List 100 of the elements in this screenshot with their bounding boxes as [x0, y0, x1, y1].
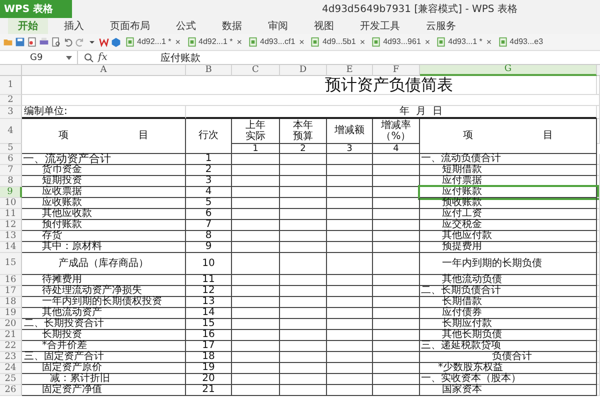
- empty-cell: [327, 341, 373, 352]
- preview-icon[interactable]: [51, 37, 61, 47]
- row-header[interactable]: 25: [0, 374, 22, 385]
- document-tab[interactable]: 4d92...1 * ×: [184, 34, 244, 50]
- table-cell: 其他应付款: [420, 231, 597, 242]
- column-header[interactable]: D: [280, 65, 327, 76]
- row-header[interactable]: 12: [0, 220, 22, 231]
- table-cell: 2: [186, 165, 232, 176]
- row-header[interactable]: 15: [0, 253, 22, 275]
- name-box[interactable]: G9: [0, 51, 78, 64]
- formula-input[interactable]: 应付账款: [135, 51, 600, 64]
- table-cell: 三、固定资产合计: [22, 352, 186, 363]
- table-cell: 短期借款: [420, 165, 597, 176]
- column-header[interactable]: B: [186, 65, 232, 76]
- document-tab[interactable]: 4d9...5b1 ×: [308, 34, 368, 50]
- empty-cell: [280, 209, 327, 220]
- ribbon-tab[interactable]: 视图: [304, 18, 344, 34]
- row-header[interactable]: 13: [0, 231, 22, 242]
- ribbon-tab[interactable]: 云服务: [416, 18, 466, 34]
- table-cell: 1: [186, 154, 232, 165]
- function-button[interactable]: fx: [98, 52, 108, 63]
- row-header[interactable]: 7: [0, 165, 22, 176]
- save-icon[interactable]: [15, 37, 25, 47]
- unit-label: 编制单位:: [22, 106, 186, 119]
- empty-cell: [280, 363, 327, 374]
- dropdown-icon[interactable]: [66, 56, 72, 60]
- w-logo-icon[interactable]: [99, 37, 109, 47]
- row-header[interactable]: 3: [0, 106, 22, 119]
- undo-icon[interactable]: [63, 37, 73, 47]
- document-tab[interactable]: 4d93...cf1 ×: [246, 34, 306, 50]
- empty-cell: [232, 220, 280, 231]
- row-header[interactable]: 18: [0, 297, 22, 308]
- column-heading: 增减率（%）: [373, 119, 420, 144]
- row-header[interactable]: 6: [0, 154, 22, 165]
- empty-cell: [280, 165, 327, 176]
- table-cell: 其他应收款: [22, 209, 186, 220]
- ribbon-tab[interactable]: 开发工具: [350, 18, 410, 34]
- column-header[interactable]: C: [232, 65, 280, 76]
- row-header[interactable]: 11: [0, 209, 22, 220]
- table-cell: 存货: [22, 231, 186, 242]
- column-header[interactable]: E: [327, 65, 373, 76]
- close-icon[interactable]: ×: [424, 37, 430, 47]
- table-cell: 14: [186, 308, 232, 319]
- ribbon-tab[interactable]: 插入: [54, 18, 94, 34]
- close-icon[interactable]: ×: [299, 37, 304, 47]
- empty-cell: [280, 297, 327, 308]
- empty-cell: [232, 363, 280, 374]
- ribbon-tab[interactable]: 数据: [212, 18, 252, 34]
- printer-icon[interactable]: [39, 37, 49, 47]
- row-header[interactable]: 26: [0, 385, 22, 396]
- zoom-icon[interactable]: [84, 52, 94, 62]
- table-cell: 3: [186, 176, 232, 187]
- row-header[interactable]: 24: [0, 363, 22, 374]
- table-cell: 固定资产净值: [22, 385, 186, 396]
- table-cell: 预付账款: [22, 220, 186, 231]
- column-header[interactable]: A: [22, 65, 186, 76]
- row-header[interactable]: 20: [0, 319, 22, 330]
- table-cell: 11: [186, 275, 232, 286]
- row-header[interactable]: 4: [0, 119, 22, 144]
- row-header[interactable]: 16: [0, 275, 22, 286]
- table-cell: 二、长期投资合计: [22, 319, 186, 330]
- empty-cell: [232, 385, 280, 396]
- empty-cell: [327, 253, 373, 275]
- ribbon-tab[interactable]: 审阅: [258, 18, 298, 34]
- row-header[interactable]: 9: [0, 187, 22, 198]
- empty-cell: [373, 231, 420, 242]
- ribbon-tab[interactable]: 页面布局: [100, 18, 160, 34]
- column-header[interactable]: F: [373, 65, 420, 76]
- app-menu-button[interactable]: WPS 表格: [0, 0, 72, 18]
- column-header[interactable]: G: [420, 65, 597, 76]
- document-tab[interactable]: 4d93...e3: [496, 34, 546, 50]
- empty-cell: [373, 165, 420, 176]
- row-header[interactable]: 19: [0, 308, 22, 319]
- document-icon[interactable]: [27, 37, 37, 47]
- ribbon-tab[interactable]: 开始: [8, 18, 48, 34]
- empty-cell: [280, 220, 327, 231]
- table-cell: 长期应付款: [420, 319, 597, 330]
- row-header[interactable]: 2: [0, 95, 22, 106]
- document-tab[interactable]: 4d93...1 * ×: [434, 34, 494, 50]
- document-tab[interactable]: 4d93...961 ×: [369, 34, 432, 50]
- row-header[interactable]: 14: [0, 242, 22, 253]
- empty-cell: [373, 385, 420, 396]
- ribbon-tab[interactable]: 公式: [166, 18, 206, 34]
- row-header[interactable]: 10: [0, 198, 22, 209]
- empty-cell: [373, 363, 420, 374]
- close-icon[interactable]: ×: [175, 37, 181, 47]
- row-header[interactable]: 22: [0, 341, 22, 352]
- column-number: 4: [373, 144, 420, 154]
- close-icon[interactable]: ×: [236, 37, 242, 47]
- row-header[interactable]: 5: [0, 144, 22, 154]
- row-header[interactable]: 8: [0, 176, 22, 187]
- document-tab[interactable]: 4d92...1 * ×: [123, 34, 183, 50]
- row-header[interactable]: 17: [0, 286, 22, 297]
- close-icon[interactable]: ×: [360, 37, 366, 47]
- row-header[interactable]: 23: [0, 352, 22, 363]
- cube-icon[interactable]: [111, 37, 121, 47]
- empty-cell: [373, 220, 420, 231]
- row-header[interactable]: 1: [0, 76, 22, 95]
- close-icon[interactable]: ×: [486, 37, 492, 47]
- row-header[interactable]: 21: [0, 330, 22, 341]
